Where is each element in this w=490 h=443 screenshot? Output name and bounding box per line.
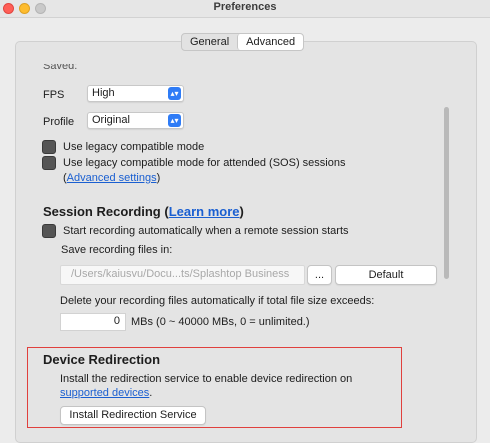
truncated-label: Saved: [43, 64, 78, 72]
legacy-sos-checkbox[interactable] [42, 156, 56, 170]
fps-select[interactable]: High ▴▾ [87, 85, 184, 102]
save-files-label: Save recording files in: [61, 244, 173, 256]
auto-delete-label: Delete your recording files automaticall… [60, 295, 375, 307]
install-redirection-service-button[interactable]: Install Redirection Service [60, 406, 206, 425]
default-button[interactable]: Default [335, 265, 437, 285]
advanced-settings-link[interactable]: Advanced settings [67, 172, 157, 184]
advanced-settings-line: (Advanced settings) [63, 172, 160, 184]
learn-more-link[interactable]: Learn more [169, 204, 240, 219]
supported-devices-link[interactable]: supported devices [60, 387, 149, 399]
paren-close: ) [239, 204, 244, 219]
recording-path-value: /Users/kaiusvu/Docu...ts/Splashtop Busin… [71, 268, 290, 280]
window-title: Preferences [213, 1, 277, 13]
period: . [149, 387, 153, 399]
paren-close: ) [156, 172, 161, 184]
fps-select-value: High [92, 87, 115, 99]
legacy-mode-label: Use legacy compatible mode [63, 141, 205, 153]
size-limit-value: 0 [113, 315, 120, 327]
session-recording-title: Session Recording [43, 204, 161, 219]
recording-path-field[interactable]: /Users/kaiusvu/Docu...ts/Splashtop Busin… [60, 265, 305, 285]
tab-advanced[interactable]: Advanced [237, 34, 304, 50]
chevron-updown-icon: ▴▾ [168, 114, 181, 127]
tab-general[interactable]: General [182, 34, 237, 50]
device-redirection-title: Device Redirection [43, 352, 161, 367]
profile-select[interactable]: Original ▴▾ [87, 112, 184, 129]
supported-devices-line: supported devices. [60, 387, 152, 399]
auto-record-label: Start recording automatically when a rem… [63, 225, 349, 237]
auto-record-checkbox[interactable] [42, 224, 56, 238]
tab-bar: General Advanced [181, 33, 305, 51]
profile-label: Profile [43, 116, 75, 128]
profile-select-value: Original [92, 114, 130, 126]
session-recording-heading: Session Recording (Learn more) [43, 204, 244, 219]
size-limit-input[interactable]: 0 [60, 313, 126, 331]
device-redirection-description: Install the redirection service to enabl… [60, 373, 353, 385]
browse-button[interactable]: ... [307, 265, 332, 285]
chevron-updown-icon: ▴▾ [168, 87, 181, 100]
scrollbar-thumb[interactable] [444, 107, 449, 279]
fps-label: FPS [43, 89, 65, 101]
size-limit-hint: MBs (0 ~ 40000 MBs, 0 = unlimited.) [131, 316, 310, 328]
legacy-sos-label: Use legacy compatible mode for attended … [63, 157, 346, 169]
legacy-mode-checkbox[interactable] [42, 140, 56, 154]
title-bar: Preferences [0, 0, 490, 18]
